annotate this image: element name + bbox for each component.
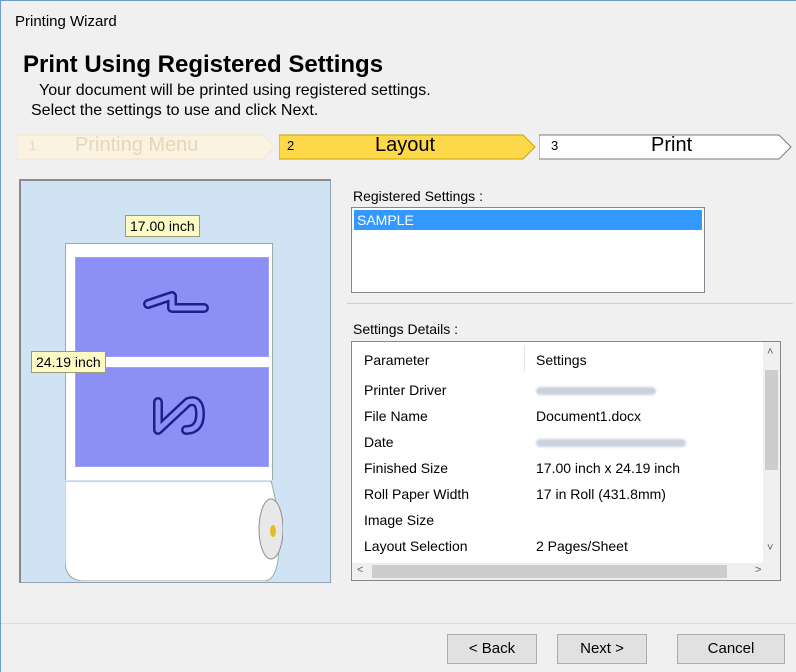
step-label: Layout xyxy=(375,134,436,156)
detail-parameter: Layout Selection xyxy=(364,538,468,554)
window-title: Printing Wizard xyxy=(15,13,117,30)
page-subtitle-line2: Select the settings to use and click Nex… xyxy=(31,102,319,119)
divider xyxy=(347,303,793,304)
detail-value: Document1.docx xyxy=(536,408,642,424)
details-row: Finished Size 17.00 inch x 24.19 inch xyxy=(364,460,764,480)
details-row: Printer Driver xyxy=(364,382,764,402)
detail-parameter: Printer Driver xyxy=(364,382,447,398)
page-number-2-glyph xyxy=(153,396,205,435)
footer-divider xyxy=(1,623,796,624)
scroll-left-icon[interactable]: < xyxy=(357,564,363,576)
width-dimension-label: 17.00 inch xyxy=(125,215,200,237)
step-number: 2 xyxy=(287,138,295,153)
scroll-up-icon[interactable]: ˄ xyxy=(767,346,773,358)
scroll-down-icon[interactable]: ˅ xyxy=(767,542,773,554)
step-print: 3 Print xyxy=(539,133,795,161)
paper-roll xyxy=(65,481,283,581)
registered-settings-list[interactable]: SAMPLE xyxy=(351,207,705,293)
detail-parameter: Date xyxy=(364,434,394,450)
page-1-preview xyxy=(75,257,269,357)
step-number: 3 xyxy=(551,138,559,153)
back-button[interactable]: < Back xyxy=(447,634,537,664)
scroll-right-icon[interactable]: > xyxy=(755,564,761,576)
settings-details-list[interactable]: Parameter Settings Printer Driver File N… xyxy=(351,341,781,581)
column-separator[interactable] xyxy=(524,346,525,372)
detail-parameter: Image Size xyxy=(364,512,435,528)
printing-wizard-window: Printing Wizard Print Using Registered S… xyxy=(0,0,796,672)
page-title: Print Using Registered Settings xyxy=(23,51,384,78)
cancel-button[interactable]: Cancel xyxy=(677,634,785,664)
detail-parameter: Roll Paper Width xyxy=(364,486,470,502)
details-row: Date xyxy=(364,434,764,454)
height-dimension-label: 24.19 inch xyxy=(31,351,106,373)
registered-settings-item[interactable]: SAMPLE xyxy=(354,210,702,230)
details-row: Layout Selection 2 Pages/Sheet xyxy=(364,538,764,558)
step-number: 1 xyxy=(29,138,37,153)
detail-parameter: File Name xyxy=(364,408,428,424)
detail-value-obscured xyxy=(536,434,686,450)
vertical-scroll-thumb[interactable] xyxy=(765,370,778,470)
layout-preview: 17.00 inch 24.19 inch xyxy=(19,179,331,583)
next-button[interactable]: Next > xyxy=(557,634,647,664)
page-subtitle-line1: Your document will be printed using regi… xyxy=(39,82,431,99)
horizontal-scroll-thumb[interactable] xyxy=(372,565,727,578)
page-number-1-glyph xyxy=(143,291,209,313)
details-row: File Name Document1.docx xyxy=(364,408,764,428)
column-header-parameter[interactable]: Parameter xyxy=(364,352,429,368)
horizontal-scrollbar[interactable]: < > xyxy=(352,563,780,580)
step-layout: 2 Layout xyxy=(279,133,539,161)
detail-parameter: Finished Size xyxy=(364,460,449,476)
settings-details-label: Settings Details : xyxy=(353,321,459,337)
registered-settings-label: Registered Settings : xyxy=(353,188,483,204)
column-header-settings[interactable]: Settings xyxy=(536,352,587,368)
detail-value-obscured xyxy=(536,382,656,398)
page-2-preview xyxy=(75,367,269,467)
detail-value: 17.00 inch x 24.19 inch xyxy=(536,460,680,476)
details-header-row: Parameter Settings xyxy=(364,352,764,372)
step-printing-menu: 1 Printing Menu xyxy=(17,133,279,161)
step-label: Printing Menu xyxy=(75,134,199,156)
details-row: Image Size xyxy=(364,512,764,532)
vertical-scrollbar[interactable]: ˄ ˅ xyxy=(763,342,780,564)
detail-value: 17 in Roll (431.8mm) xyxy=(536,486,666,502)
details-row: Roll Paper Width 17 in Roll (431.8mm) xyxy=(364,486,764,506)
detail-value: 2 Pages/Sheet xyxy=(536,538,628,554)
step-label: Print xyxy=(651,134,693,156)
wizard-steps: 1 Printing Menu 2 Layout 3 Print xyxy=(17,133,793,161)
